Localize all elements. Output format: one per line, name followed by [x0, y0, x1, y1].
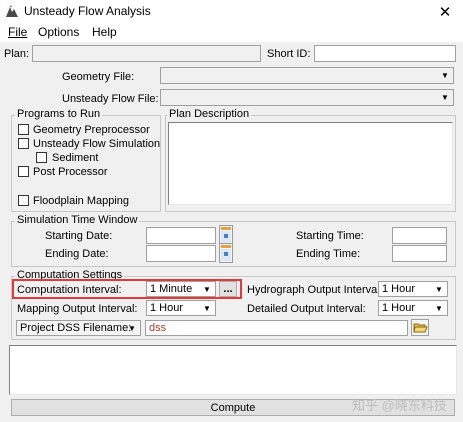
computation-interval-select[interactable]: 1 Minute ▼ [146, 281, 216, 297]
close-button[interactable]: ✕ [430, 0, 460, 24]
programs-legend: Programs to Run [15, 108, 103, 120]
geometry-file-select[interactable]: ▼ [160, 67, 454, 84]
detailed-output-select[interactable]: 1 Hour ▼ [378, 300, 448, 316]
ending-time-field[interactable] [392, 245, 447, 262]
starting-date-label: Starting Date: [45, 230, 113, 242]
sediment-checkbox[interactable] [36, 152, 47, 163]
calendar-icon[interactable] [219, 225, 233, 245]
unsteady-flow-simulation-checkbox[interactable] [18, 138, 29, 149]
message-area [9, 345, 457, 395]
floodplain-mapping-checkbox[interactable] [18, 195, 29, 206]
short-id-label: Short ID: [267, 48, 311, 60]
unsteady-flow-simulation-label: Unsteady Flow Simulation [33, 138, 161, 150]
watermark: 知乎 @晓东科技 [352, 398, 447, 413]
app-icon [5, 4, 19, 18]
starting-date-field[interactable] [146, 227, 216, 244]
plan-label: Plan: [4, 48, 30, 60]
title-bar: Unsteady Flow Analysis ✕ [0, 0, 463, 24]
chevron-down-icon: ▼ [441, 93, 449, 102]
window-title: Unsteady Flow Analysis [24, 4, 151, 18]
ending-date-field[interactable] [146, 245, 216, 262]
dss-filename-field[interactable]: dss [145, 320, 408, 336]
floodplain-mapping-label: Floodplain Mapping [33, 195, 130, 207]
plan-field[interactable] [32, 45, 261, 62]
starting-time-field[interactable] [392, 227, 447, 244]
sediment-label: Sediment [52, 152, 99, 164]
post-processor-checkbox[interactable] [18, 166, 29, 177]
menu-options[interactable]: Options [38, 25, 79, 39]
unsteady-flow-window: Unsteady Flow Analysis ✕ File Options He… [0, 0, 463, 422]
chevron-down-icon: ▼ [203, 303, 211, 313]
geometry-file-label: Geometry File: [62, 71, 135, 83]
geometry-preprocessor-label: Geometry Preprocessor [33, 124, 150, 136]
open-folder-icon[interactable] [411, 319, 429, 336]
menu-bar: File Options Help [0, 24, 463, 42]
post-processor-label: Post Processor [33, 166, 108, 178]
geometry-preprocessor-checkbox[interactable] [18, 124, 29, 135]
starting-time-label: Starting Time: [296, 230, 364, 242]
mapping-output-select[interactable]: 1 Hour ▼ [146, 300, 216, 316]
computation-options-button[interactable]: ... [219, 281, 237, 297]
chevron-down-icon: ▼ [435, 284, 443, 294]
chevron-down-icon: ▼ [203, 284, 211, 294]
mapping-output-label: Mapping Output Interval: [17, 303, 138, 315]
ending-time-label: Ending Time: [296, 248, 361, 260]
ending-date-label: Ending Date: [45, 248, 109, 260]
hydrograph-output-label: Hydrograph Output Interval: [247, 284, 383, 296]
chevron-down-icon: ▼ [441, 71, 449, 80]
plan-description-textarea[interactable] [168, 122, 453, 205]
menu-help[interactable]: Help [92, 25, 117, 39]
detailed-output-label: Detailed Output Interval: [247, 303, 366, 315]
dss-filename-selector[interactable]: Project DSS Filename: ▼ [16, 320, 141, 336]
unsteady-flow-file-select[interactable]: ▼ [160, 89, 454, 106]
time-window-group [11, 221, 456, 267]
time-window-legend: Simulation Time Window [15, 214, 140, 226]
plan-description-legend: Plan Description [167, 108, 252, 120]
unsteady-flow-file-label: Unsteady Flow File: [62, 93, 159, 105]
computation-interval-label: Computation Interval: [17, 284, 122, 296]
hydrograph-output-select[interactable]: 1 Hour ▼ [378, 281, 448, 297]
close-icon: ✕ [438, 4, 452, 21]
chevron-down-icon: ▼ [128, 323, 136, 333]
calendar-icon[interactable] [219, 243, 233, 263]
chevron-down-icon: ▼ [435, 303, 443, 313]
short-id-field[interactable] [314, 45, 456, 62]
menu-file[interactable]: File [8, 25, 27, 39]
